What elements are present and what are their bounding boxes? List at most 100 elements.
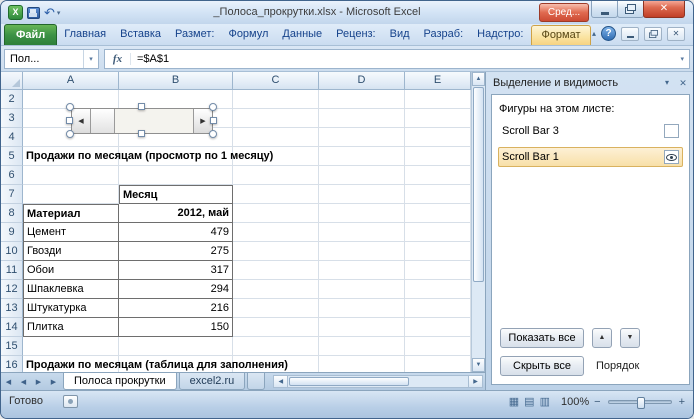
cell[interactable] [405,185,471,204]
cell[interactable] [405,299,471,318]
cell[interactable] [233,261,319,280]
qat-customize-dropdown-icon[interactable]: ▾ [57,9,61,17]
horizontal-scroll-thumb[interactable] [289,377,409,386]
workbook-restore-icon[interactable] [644,27,662,41]
column-header-b[interactable]: B [119,72,233,90]
select-all-corner[interactable] [1,72,23,90]
cell[interactable] [405,166,471,185]
cell[interactable] [319,166,405,185]
selection-handle[interactable] [138,103,145,110]
cell[interactable] [319,337,405,356]
shape-list-item[interactable]: Scroll Bar 3 [498,121,683,141]
row-header[interactable]: 9 [1,223,23,242]
name-box[interactable]: Пол... ▾ [4,49,99,69]
cell[interactable] [23,185,119,204]
row-header[interactable]: 11 [1,261,23,280]
cell[interactable] [405,337,471,356]
scroll-up-icon[interactable]: ▲ [472,72,485,86]
cell[interactable] [405,261,471,280]
sheet-nav-last-icon[interactable]: ▶ [46,373,61,390]
shape-scroll-thumb[interactable] [91,109,115,133]
selection-handle[interactable] [209,103,217,111]
pane-menu-icon[interactable]: ▾ [659,76,675,90]
cell[interactable] [405,242,471,261]
cell[interactable] [233,109,319,128]
cell[interactable] [405,356,471,372]
cell[interactable]: Продажи по месяцам (просмотр по 1 месяцу… [23,147,119,166]
shape-list-item-selected[interactable]: Scroll Bar 1 [498,147,683,167]
worksheet-grid[interactable]: A B C D E 2 3 4 5 Продажи по месяцам (пр… [1,72,485,372]
insert-function-icon[interactable]: fx [105,53,131,65]
tab-formulas[interactable]: Формул [221,24,275,45]
row-header[interactable]: 14 [1,318,23,337]
cell[interactable] [405,204,471,223]
selection-handle[interactable] [210,117,217,124]
selection-handle[interactable] [66,130,74,138]
cell-material[interactable]: Шпаклевка [23,280,119,299]
cell-value[interactable]: 150 [119,318,233,337]
order-down-button[interactable]: ▼ [620,328,640,348]
shape-scroll-left-icon[interactable]: ◀ [72,109,91,133]
row-header[interactable]: 6 [1,166,23,185]
cell[interactable] [319,185,405,204]
scrollbar-shape-selection[interactable]: ◀ ▶ [65,102,219,140]
cell-material[interactable]: Обои [23,261,119,280]
tab-review[interactable]: Реценз: [329,24,382,45]
selection-handle[interactable] [66,117,73,124]
selection-handle[interactable] [138,130,145,137]
cell[interactable] [405,90,471,109]
cell[interactable] [233,299,319,318]
cell-material[interactable]: Плитка [23,318,119,337]
cell[interactable] [405,223,471,242]
undo-icon[interactable]: ↶ [44,6,55,19]
cell[interactable] [319,242,405,261]
scroll-down-icon[interactable]: ▼ [472,358,485,372]
zoom-in-icon[interactable]: + [679,396,685,408]
cell[interactable] [233,90,319,109]
cell-value[interactable]: 294 [119,280,233,299]
scroll-left-icon[interactable]: ◀ [274,376,288,387]
cell-value[interactable]: 216 [119,299,233,318]
cell-value[interactable]: 317 [119,261,233,280]
tab-addins[interactable]: Надстро: [470,24,530,45]
view-normal-icon[interactable]: ▦ [509,395,519,409]
cell[interactable] [23,337,119,356]
column-header-c[interactable]: C [233,72,319,90]
workbook-close-icon[interactable]: ✕ [667,27,685,41]
row-header[interactable]: 16 [1,356,23,372]
cell[interactable] [233,242,319,261]
view-page-layout-icon[interactable]: ▤ [524,395,534,409]
cell[interactable] [233,204,319,223]
tab-file[interactable]: Файл [4,24,57,45]
macro-record-icon[interactable] [63,395,78,408]
pane-close-icon[interactable]: ✕ [675,76,691,90]
cell[interactable] [233,280,319,299]
minimize-button[interactable] [591,1,618,18]
vertical-scroll-thumb[interactable] [473,87,484,282]
formula-value[interactable]: =$A$1 [131,53,169,65]
cell-material-header[interactable]: Материал [23,204,119,223]
cell[interactable] [119,337,233,356]
cell-value[interactable]: 275 [119,242,233,261]
cell[interactable] [233,128,319,147]
cell[interactable] [119,166,233,185]
cell[interactable] [233,166,319,185]
excel-app-icon[interactable]: X [8,5,23,20]
cell[interactable] [319,204,405,223]
cell[interactable] [319,147,405,166]
cell-material[interactable]: Цемент [23,223,119,242]
visibility-toggle[interactable] [664,124,679,138]
row-header[interactable]: 8 [1,204,23,223]
row-header[interactable]: 15 [1,337,23,356]
horizontal-scroll-track[interactable] [288,376,468,387]
sheet-nav-next-icon[interactable]: ▶ [31,373,46,390]
cell[interactable] [319,109,405,128]
cell[interactable] [319,280,405,299]
drawing-tools-chip[interactable]: Сред... [539,3,589,22]
sheet-tab-active[interactable]: Полоса прокрутки [63,373,177,390]
close-button[interactable]: ✕ [643,1,685,18]
row-header[interactable]: 5 [1,147,23,166]
horizontal-scrollbar[interactable]: ◀ ▶ [273,375,483,388]
row-header[interactable]: 10 [1,242,23,261]
cell[interactable] [319,223,405,242]
